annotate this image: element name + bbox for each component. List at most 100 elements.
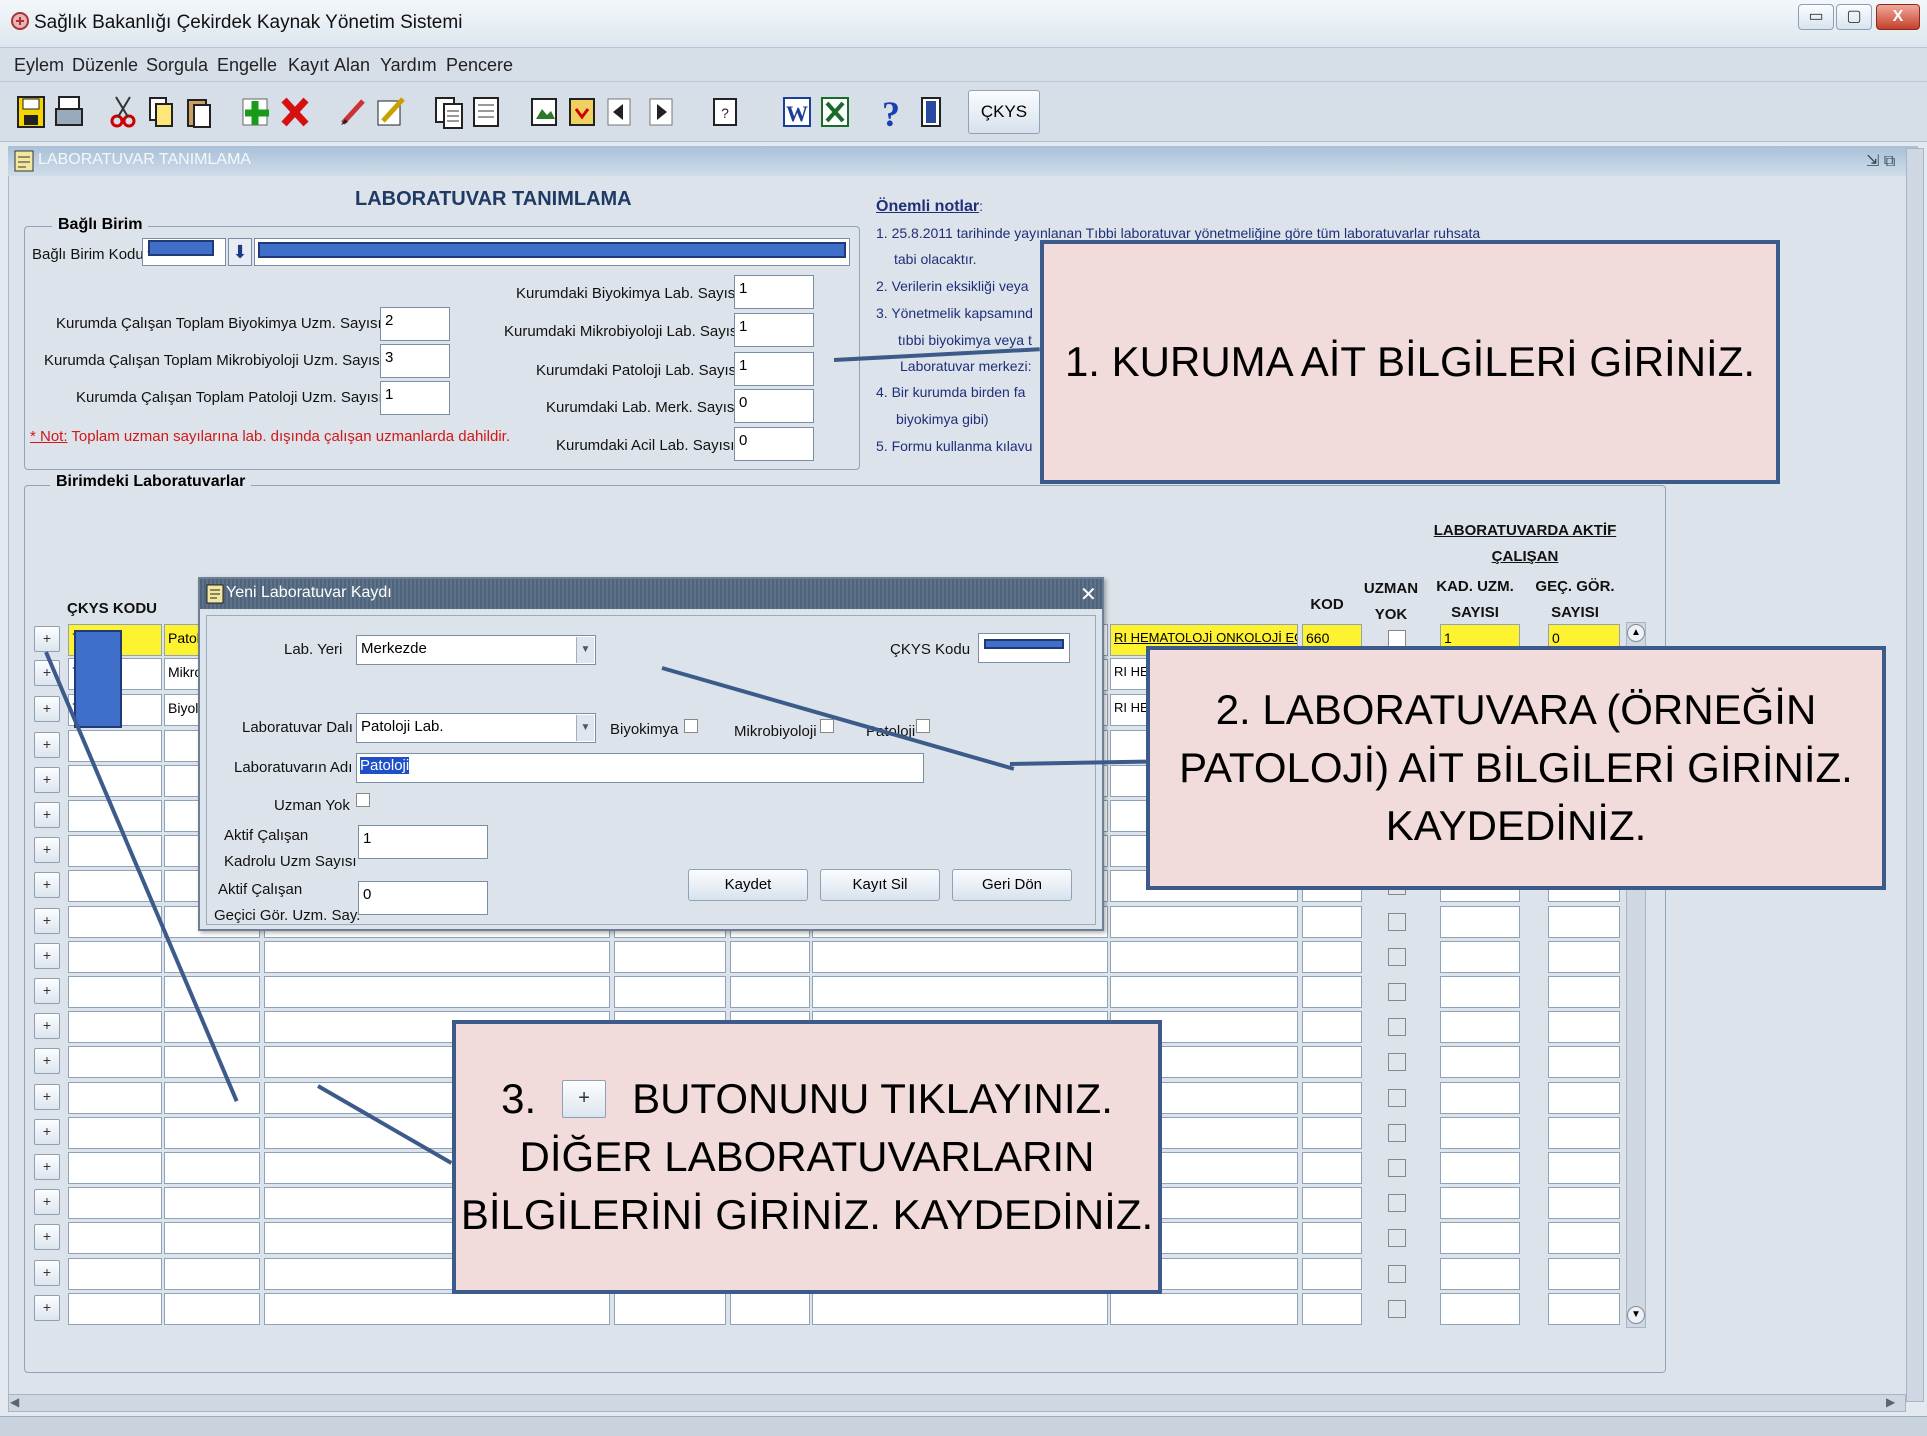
scroll-right-icon[interactable]: ▶ <box>1886 1395 1895 1409</box>
excel-icon[interactable] <box>816 92 854 132</box>
scroll-down-icon[interactable]: ▼ <box>1627 1306 1645 1324</box>
window-vertical-scrollbar[interactable] <box>1906 148 1924 1402</box>
grid-cell[interactable] <box>1440 976 1520 1008</box>
grid-cell[interactable] <box>1440 1293 1520 1325</box>
grid-cell[interactable] <box>68 1046 162 1078</box>
grid-cell[interactable] <box>1302 941 1362 973</box>
grid-cell[interactable] <box>68 1258 162 1290</box>
add-row-button[interactable]: + <box>34 1295 60 1321</box>
lab-biyokimya-input[interactable]: 1 <box>734 275 814 309</box>
grid-cell[interactable] <box>1548 1152 1620 1184</box>
pencil-icon[interactable] <box>372 92 410 132</box>
grid-cell[interactable] <box>614 941 726 973</box>
lab-patoloji-input[interactable]: 1 <box>734 352 814 386</box>
kadrolu-input[interactable]: 1 <box>358 825 488 859</box>
grid-cell[interactable] <box>1110 906 1298 938</box>
gecici-input[interactable]: 0 <box>358 881 488 915</box>
grid-cell[interactable] <box>1440 1046 1520 1078</box>
grid-cell[interactable] <box>1302 1187 1362 1219</box>
grid-cell[interactable] <box>1548 1011 1620 1043</box>
uzm-biyokimya-input[interactable]: 2 <box>380 307 450 341</box>
grid-cell[interactable] <box>1302 1293 1362 1325</box>
add-row-button[interactable]: + <box>34 1119 60 1145</box>
edit-icon[interactable] <box>334 92 372 132</box>
paste-icon[interactable] <box>180 92 218 132</box>
lab-yeri-select[interactable]: Merkezde ▼ <box>356 635 596 665</box>
grid-cell[interactable] <box>1440 941 1520 973</box>
grid-cell[interactable] <box>1548 941 1620 973</box>
add-row-button[interactable]: + <box>34 767 60 793</box>
grid-cell[interactable] <box>68 835 162 867</box>
scroll-up-icon[interactable]: ▲ <box>1627 624 1645 642</box>
grid-cell[interactable] <box>1440 1011 1520 1043</box>
grid-cell[interactable] <box>68 1293 162 1325</box>
grid-cell[interactable] <box>164 1258 260 1290</box>
grid-cell[interactable] <box>1548 1293 1620 1325</box>
grid-cell[interactable] <box>1548 1117 1620 1149</box>
grid-cell[interactable] <box>1548 1258 1620 1290</box>
scroll-left-icon[interactable]: ◀ <box>10 1395 19 1409</box>
lab-acil-input[interactable]: 0 <box>734 427 814 461</box>
row-uzman-yok-checkbox[interactable] <box>1388 1053 1406 1071</box>
kayit-sil-button[interactable]: Kayıt Sil <box>820 869 940 901</box>
exit-icon[interactable] <box>912 92 950 132</box>
grid-cell[interactable] <box>1302 1222 1362 1254</box>
grid-cell[interactable] <box>164 1046 260 1078</box>
grid-cell[interactable] <box>264 941 610 973</box>
grid-cell[interactable] <box>730 941 810 973</box>
next-icon[interactable] <box>646 92 676 132</box>
grid-cell[interactable] <box>1440 1222 1520 1254</box>
window-icon[interactable] <box>526 92 564 132</box>
grid-cell[interactable] <box>68 1222 162 1254</box>
dialog-close-icon[interactable]: ✕ <box>1080 582 1097 607</box>
row-uzman-yok-checkbox[interactable] <box>1388 1300 1406 1318</box>
add-row-button[interactable]: + <box>34 802 60 828</box>
save-icon[interactable] <box>12 92 50 132</box>
word-icon[interactable]: W <box>778 92 816 132</box>
grid-cell[interactable] <box>68 976 162 1008</box>
delete-record-icon[interactable] <box>276 92 314 132</box>
grid-cell[interactable] <box>1302 1152 1362 1184</box>
add-row-button[interactable]: + <box>34 837 60 863</box>
row-uzman-yok-checkbox[interactable] <box>1388 1265 1406 1283</box>
grid-cell[interactable] <box>164 1187 260 1219</box>
add-row-button[interactable]: + <box>34 696 60 722</box>
menu-engelle[interactable]: Engelle <box>217 55 277 76</box>
grid-cell[interactable] <box>1548 976 1620 1008</box>
grid-cell[interactable] <box>1440 1187 1520 1219</box>
grid-cell[interactable] <box>1548 1222 1620 1254</box>
menu-alan[interactable]: Alan <box>334 55 370 76</box>
execute-query-icon[interactable] <box>468 92 506 132</box>
grid-cell[interactable] <box>164 1222 260 1254</box>
geri-don-button[interactable]: Geri Dön <box>952 869 1072 901</box>
uzman-yok-checkbox[interactable] <box>356 793 370 807</box>
menu-kayit[interactable]: Kayıt <box>288 55 329 76</box>
help-icon[interactable]: ? <box>872 92 910 132</box>
grid-cell[interactable] <box>68 765 162 797</box>
menu-yardim[interactable]: Yardım <box>380 55 437 76</box>
grid-cell[interactable] <box>68 1082 162 1114</box>
grid-cell[interactable] <box>264 976 610 1008</box>
previous-icon[interactable] <box>604 92 634 132</box>
grid-cell[interactable] <box>1548 1187 1620 1219</box>
grid-cell[interactable] <box>730 1293 810 1325</box>
calculator-icon[interactable]: ? <box>706 92 744 132</box>
ad-input[interactable]: Patoloji <box>356 753 924 783</box>
grid-cell[interactable] <box>68 1187 162 1219</box>
grid-cell[interactable] <box>1440 1117 1520 1149</box>
add-row-button[interactable]: + <box>34 908 60 934</box>
grid-cell[interactable] <box>1548 1046 1620 1078</box>
row-uzman-yok-checkbox[interactable] <box>1388 1194 1406 1212</box>
grid-cell[interactable] <box>1110 1293 1298 1325</box>
grid-cell[interactable] <box>68 1117 162 1149</box>
grid-cell[interactable] <box>1440 906 1520 938</box>
uzm-mikro-input[interactable]: 3 <box>380 344 450 378</box>
menu-pencere[interactable]: Pencere <box>446 55 513 76</box>
grid-cell[interactable] <box>164 1152 260 1184</box>
grid-cell[interactable] <box>812 941 1108 973</box>
print-icon[interactable] <box>50 92 88 132</box>
row-uzman-yok-checkbox[interactable] <box>1388 913 1406 931</box>
lab-merk-input[interactable]: 0 <box>734 389 814 423</box>
grid-cell[interactable] <box>1548 1082 1620 1114</box>
patoloji-checkbox[interactable] <box>916 719 930 733</box>
